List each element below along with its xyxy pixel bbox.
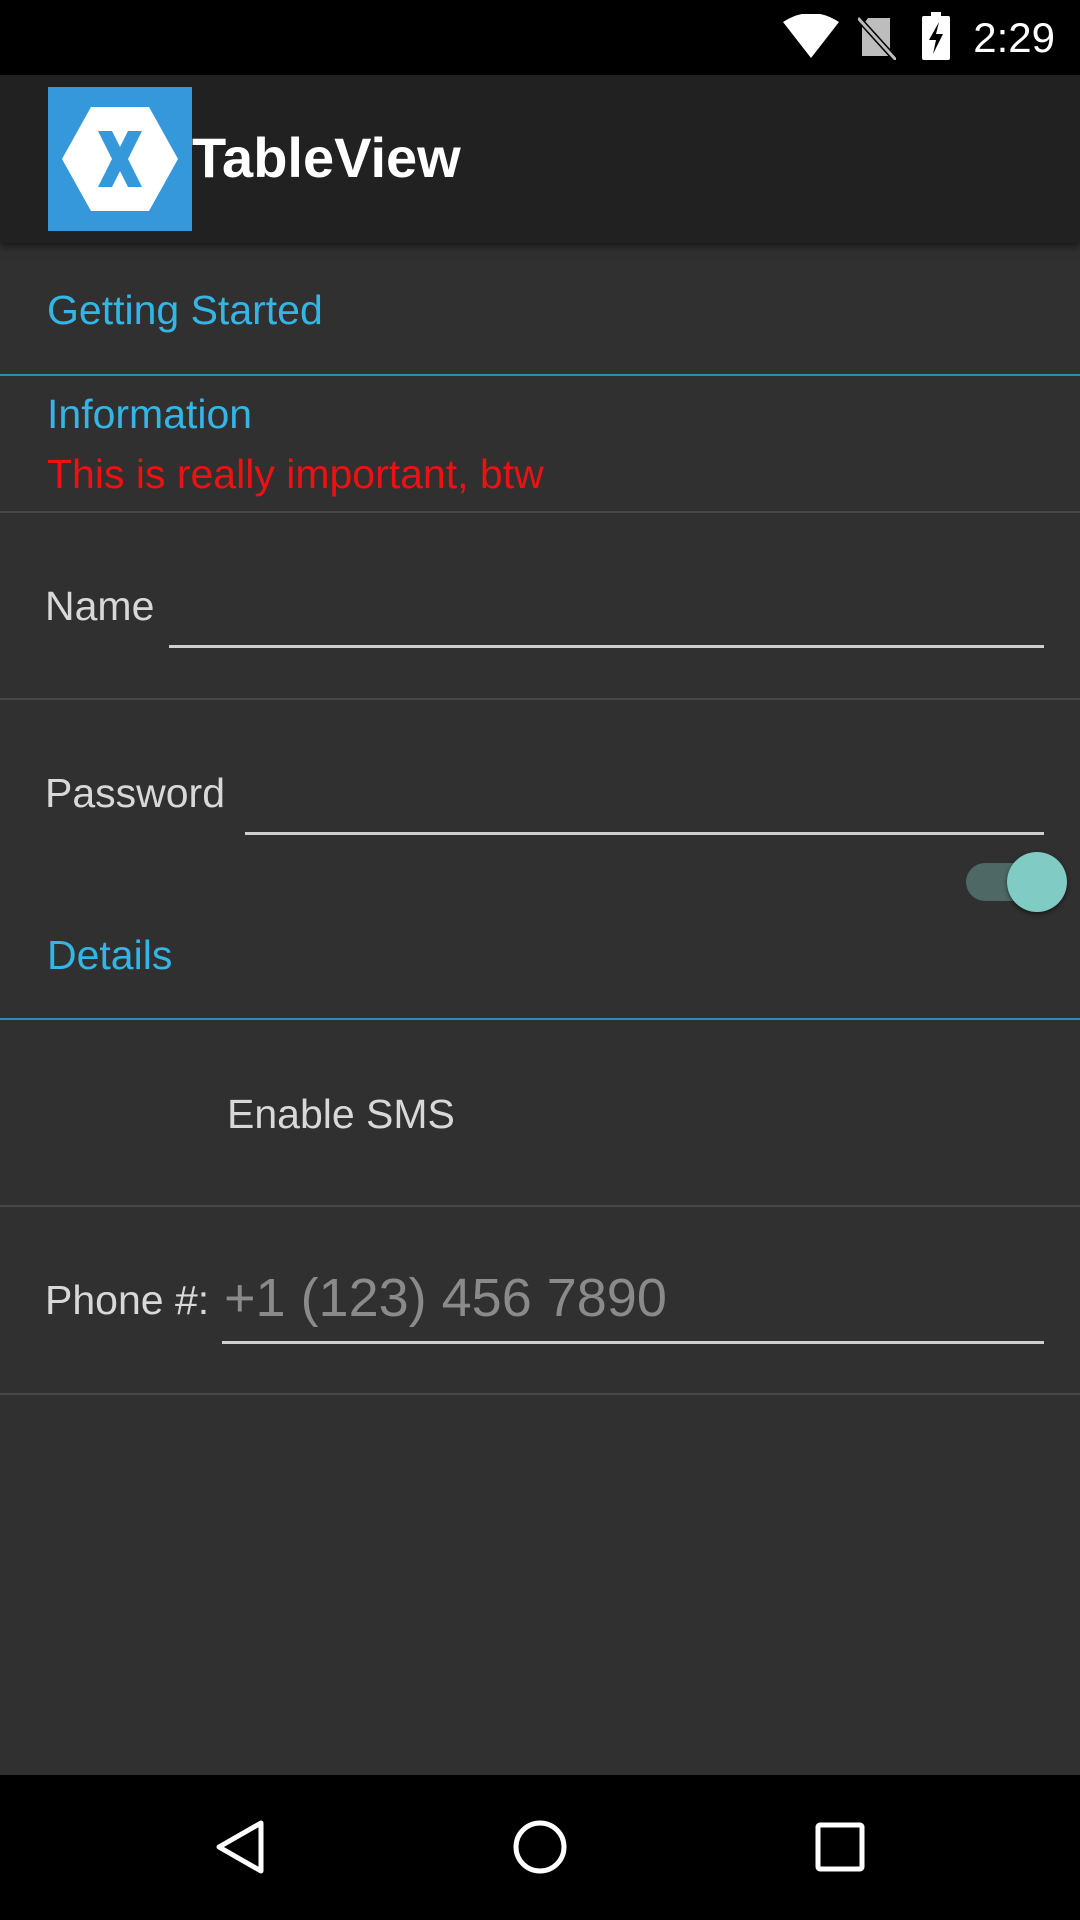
navigation-bar (0, 1775, 1080, 1920)
xamarin-logo-icon (48, 87, 192, 231)
row-divider (0, 1393, 1080, 1395)
password-label: Password (45, 770, 226, 816)
information-cell-detail: This is really important, btw (47, 451, 544, 497)
no-sim-icon (858, 16, 896, 60)
enable-sms-label: Enable SMS (227, 1091, 455, 1137)
password-input[interactable] (245, 757, 1044, 835)
information-cell-title: Information (47, 391, 253, 437)
app-bar: TableView (0, 75, 1080, 243)
back-icon (216, 1820, 264, 1874)
recents-button[interactable] (760, 1775, 920, 1920)
information-cell[interactable]: Information This is really important, bt… (0, 376, 1080, 511)
row-divider (0, 1205, 1080, 1207)
recents-icon (815, 1822, 865, 1872)
back-button[interactable] (161, 1775, 321, 1920)
wifi-icon (783, 14, 839, 58)
phone-input[interactable] (222, 1259, 1044, 1344)
status-time: 2:29 (973, 14, 1055, 61)
home-icon (513, 1820, 567, 1874)
status-bar: 2:29 (0, 0, 1080, 75)
home-button[interactable] (460, 1775, 620, 1920)
section-header-getting-started: Getting Started (47, 287, 323, 333)
phone-label: Phone #: (45, 1277, 210, 1323)
name-label: Name (45, 583, 155, 629)
table-view: Getting Started Information This is real… (0, 243, 1080, 1775)
name-input[interactable] (169, 570, 1044, 648)
section-divider (0, 1018, 1080, 1020)
app-title: TableView (192, 126, 461, 189)
switch-thumb[interactable] (1007, 852, 1067, 912)
battery-charging-icon (922, 12, 950, 60)
row-divider (0, 511, 1080, 513)
section-header-details: Details (47, 932, 173, 978)
enable-sms-switch[interactable] (962, 849, 1072, 915)
row-divider (0, 698, 1080, 700)
